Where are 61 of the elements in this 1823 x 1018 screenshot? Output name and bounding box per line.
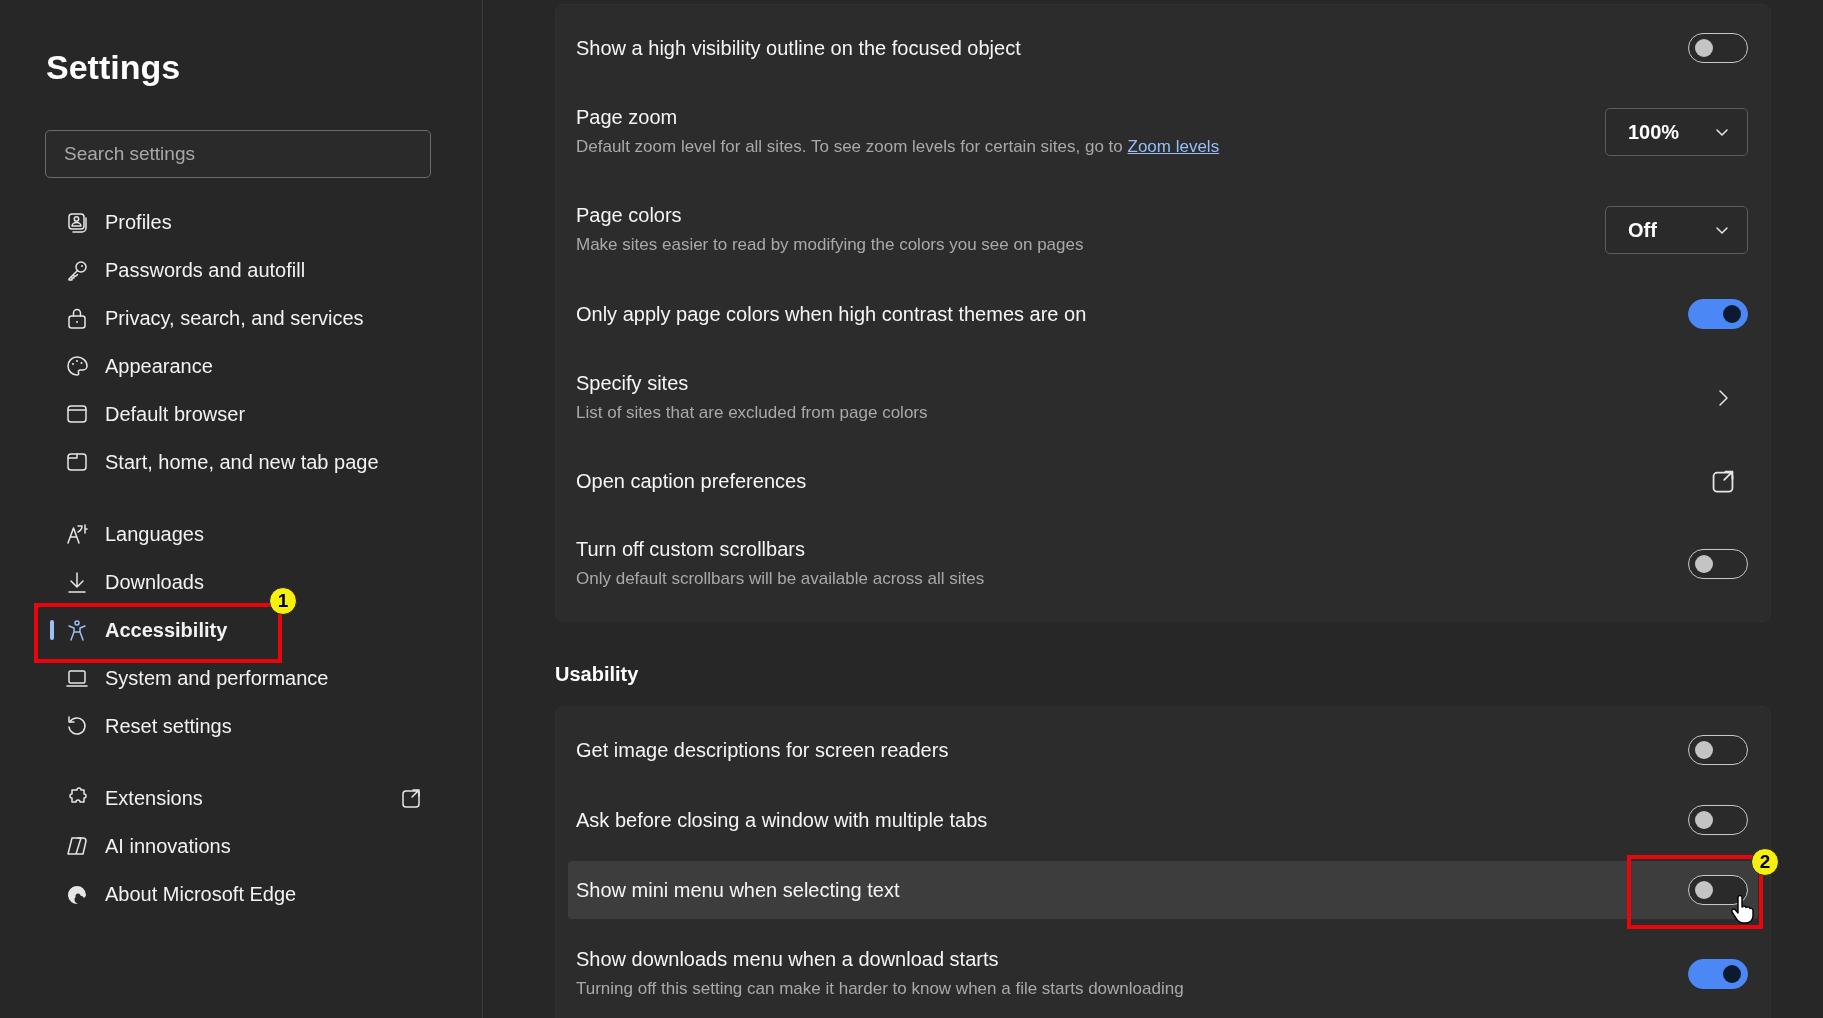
toggle-switch[interactable] — [1688, 875, 1748, 905]
sidebar-item[interactable]: Start, home, and new tab page — [46, 442, 387, 482]
section-heading: Usability — [555, 662, 640, 687]
toggle-switch[interactable] — [1688, 549, 1748, 579]
setting-description: List of sites that are excluded from page colors — [576, 402, 929, 424]
setting-title: Page colors — [576, 203, 683, 228]
sidebar-item[interactable]: Extensions — [46, 778, 440, 818]
setting-title: Ask before closing a window with multiple tabs — [576, 808, 989, 833]
external-link-icon[interactable] — [1710, 468, 1736, 494]
toggle-switch[interactable] — [1688, 299, 1748, 329]
zoom-levels-link[interactable]: Zoom levels — [1127, 137, 1220, 156]
setting-title: Get image descriptions for screen readers — [576, 738, 950, 763]
download-icon — [66, 571, 88, 593]
setting-title: Page zoom — [576, 105, 679, 130]
setting-description: Only default scrollbars will be available across all sites — [576, 568, 986, 590]
sidebar-item[interactable]: Passwords and autofill — [46, 250, 314, 290]
step-badge: 1 — [269, 587, 297, 615]
setting-title: Show downloads menu when a download starts — [576, 947, 1000, 972]
language-icon — [66, 523, 88, 545]
setting-title: Show a high visibility outline on the focused object — [576, 36, 1022, 61]
browser-window-icon — [66, 403, 88, 425]
reset-icon — [66, 715, 88, 737]
setting-title: Open caption preferences — [576, 469, 808, 494]
sidebar-item[interactable]: Profiles — [46, 202, 180, 242]
sidebar-item[interactable]: AI innovations — [46, 826, 239, 866]
settings-title: Settings — [46, 47, 182, 88]
tab-page-icon — [66, 451, 88, 473]
sidebar-item[interactable]: About Microsoft Edge — [46, 874, 305, 914]
toggle-switch[interactable] — [1688, 959, 1748, 989]
sidebar-item[interactable]: Default browser — [46, 394, 254, 434]
lock-icon — [66, 307, 88, 329]
sidebar-item[interactable]: Accessibility — [46, 610, 236, 650]
setting-title: Show mini menu when selecting text — [576, 878, 901, 903]
toggle-switch[interactable] — [1688, 805, 1748, 835]
sidebar-item[interactable]: Privacy, search, and services — [46, 298, 372, 338]
setting-title: Turn off custom scrollbars — [576, 537, 806, 562]
setting-description: Default zoom level for all sites. To see zoom levels for certain sites, go to Zoom levels — [576, 136, 1221, 158]
sidebar-item[interactable]: Reset settings — [46, 706, 240, 746]
sidebar-item[interactable]: Languages — [46, 514, 212, 554]
toggle-switch[interactable] — [1688, 33, 1748, 63]
setting-title: Only apply page colors when high contrast themes are on — [576, 302, 1088, 327]
accessibility-icon — [66, 619, 88, 641]
search-field[interactable]: Search settings — [45, 130, 431, 178]
setting-description: Turning off this setting can make it harder to know when a file starts downloading — [576, 978, 1185, 1000]
active-indicator — [50, 620, 54, 640]
toggle-switch[interactable] — [1688, 735, 1748, 765]
setting-title: Specify sites — [576, 371, 690, 396]
laptop-icon — [66, 667, 88, 689]
palette-icon — [66, 355, 88, 377]
dropdown[interactable]: Off — [1605, 206, 1748, 254]
ai-icon — [66, 835, 88, 857]
hand-cursor-icon — [1730, 895, 1754, 925]
sidebar-item[interactable]: Appearance — [46, 346, 221, 386]
setting-description: Make sites easier to read by modifying the colors you see on pages — [576, 234, 1085, 256]
step-badge: 2 — [1751, 848, 1779, 876]
sidebar-item[interactable]: System and performance — [46, 658, 337, 698]
profile-icon — [66, 211, 88, 233]
dropdown[interactable]: 100% — [1605, 108, 1748, 156]
sidebar-item[interactable]: Downloads — [46, 562, 212, 602]
browser-logo-icon — [66, 883, 88, 905]
key-icon — [66, 259, 88, 281]
